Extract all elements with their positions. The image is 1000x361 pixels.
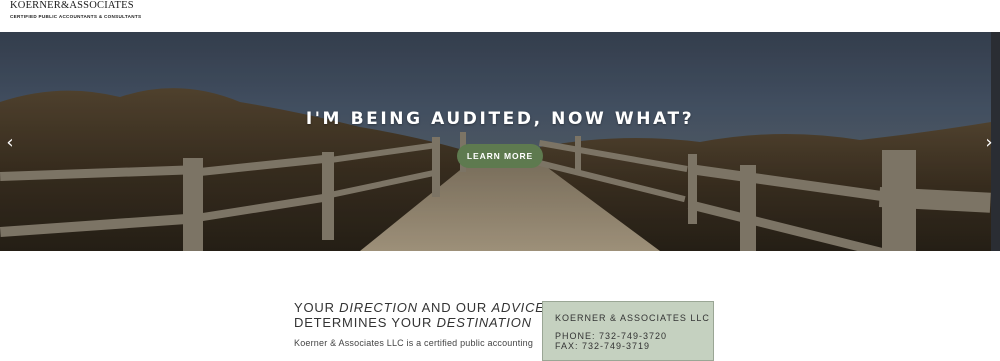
learn-more-button[interactable]: LEARN MORE [457, 144, 543, 168]
tagline-text: DETERMINES YOUR [294, 315, 437, 330]
contact-phone[interactable]: PHONE: 732-749-3720 [555, 331, 667, 341]
site-header: KOERNER&ASSOCIATES CERTIFIED PUBLIC ACCO… [0, 0, 1000, 32]
contact-firm-name: KOERNER & ASSOCIATES LLC [555, 313, 710, 323]
slider-prev-button[interactable]: ‹ [3, 133, 17, 153]
hero-title: I'M BEING AUDITED, NOW WHAT? [305, 109, 695, 129]
hero-background-image [0, 32, 991, 251]
logo[interactable]: KOERNER&ASSOCIATES CERTIFIED PUBLIC ACCO… [10, 0, 141, 19]
tagline-emphasis: ADVICE [491, 300, 545, 315]
tagline-emphasis: DIRECTION [339, 300, 418, 315]
tagline-text: YOUR [294, 300, 340, 315]
hero-slider [0, 32, 991, 251]
logo-name: KOERNER&ASSOCIATES [10, 0, 134, 11]
chevron-left-icon: ‹ [6, 132, 14, 153]
slider-next-button[interactable]: › [982, 133, 996, 153]
logo-subtitle: CERTIFIED PUBLIC ACCOUNTANTS & CONSULTAN… [10, 14, 142, 19]
contact-box: KOERNER & ASSOCIATES LLC PHONE: 732-749-… [542, 301, 714, 361]
contact-fax: FAX: 732-749-3719 [555, 341, 651, 351]
tagline-text: AND OUR [417, 300, 492, 315]
tagline: YOUR DIRECTION AND OUR ADVICE DETERMINES… [294, 300, 545, 330]
tagline-emphasis: DESTINATION [436, 315, 532, 330]
chevron-right-icon: › [985, 132, 993, 153]
intro-paragraph: Koerner & Associates LLC is a certified … [294, 338, 534, 348]
